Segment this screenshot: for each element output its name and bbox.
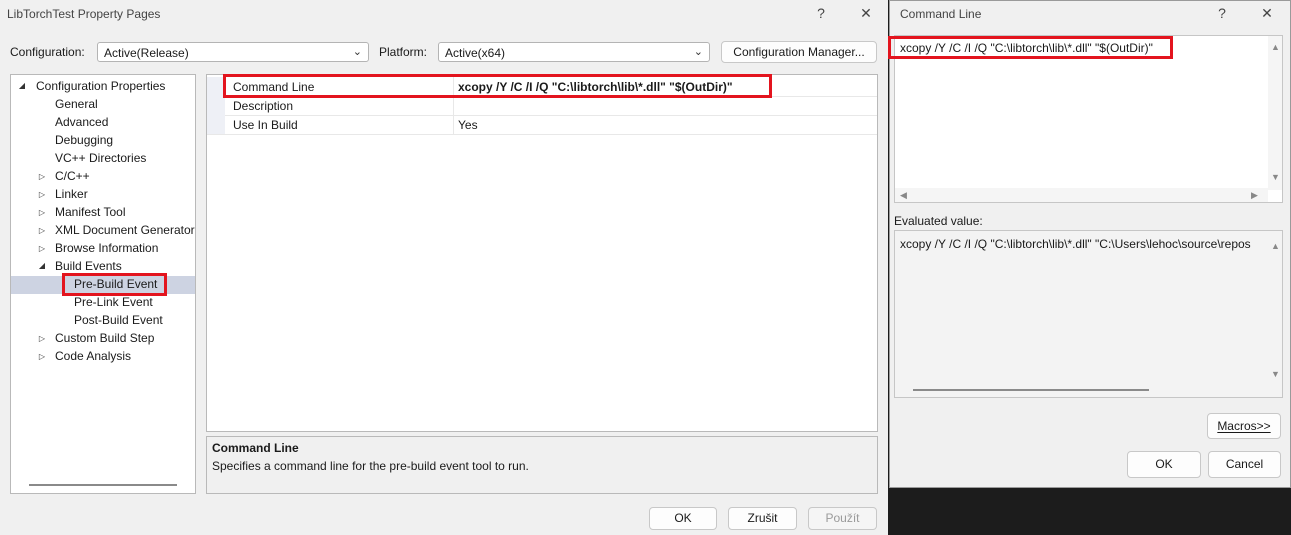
configuration-dropdown[interactable]: Active(Release) ⌄	[97, 42, 369, 62]
configuration-manager-button[interactable]: Configuration Manager...	[721, 41, 877, 63]
description-text: Specifies a command line for the pre-bui…	[212, 459, 529, 473]
tree-item-post-build-event[interactable]: Post-Build Event	[74, 311, 163, 329]
expand-icon[interactable]: ▷	[37, 244, 47, 253]
expand-icon[interactable]: ▷	[37, 208, 47, 217]
property-value[interactable]: Yes	[458, 118, 478, 132]
scroll-right-icon[interactable]: ▶	[1251, 190, 1258, 201]
close-icon[interactable]: ✕	[856, 5, 876, 22]
cancel-button[interactable]: Zrušit	[728, 507, 797, 530]
tree-item-linker[interactable]: Linker	[55, 185, 88, 203]
command-line-dialog: Command Line ? ✕ xcopy /Y /C /I /Q "C:\l…	[888, 0, 1291, 488]
highlight-box-command-line	[223, 74, 772, 98]
scroll-left-icon[interactable]: ◀	[900, 190, 907, 201]
property-name: Description	[233, 99, 294, 113]
macros-button[interactable]: Macros>>	[1207, 413, 1281, 439]
grid-row-description[interactable]: Description	[207, 96, 877, 116]
expand-icon[interactable]: ▷	[37, 172, 47, 181]
vertical-scrollbar[interactable]: ▲ ▼	[1268, 231, 1282, 397]
help-button[interactable]: ?	[811, 5, 831, 21]
tree-item-manifest-tool[interactable]: Manifest Tool	[55, 203, 125, 221]
ok-button[interactable]: OK	[1127, 451, 1201, 478]
help-button[interactable]: ?	[1212, 5, 1232, 21]
tree-item-debugging[interactable]: Debugging	[55, 131, 113, 149]
evaluated-text: xcopy /Y /C /I /Q "C:\libtorch\lib\*.dll…	[900, 237, 1251, 251]
scroll-up-icon[interactable]: ▲	[1271, 42, 1280, 52]
row-gutter	[207, 115, 225, 134]
settings-tree: ◢ Configuration Properties General Advan…	[10, 74, 196, 494]
highlight-box-command-text	[888, 36, 1173, 59]
horizontal-scrollbar[interactable]: ◀ ▶	[895, 188, 1268, 202]
tree-item-xml-document-generator[interactable]: XML Document Generator	[55, 221, 195, 239]
scroll-up-icon[interactable]: ▲	[1271, 241, 1280, 251]
description-title: Command Line	[212, 441, 299, 455]
property-pages-dialog: LibTorchTest Property Pages ? ✕ Configur…	[0, 0, 888, 535]
tree-item-code-analysis[interactable]: Code Analysis	[55, 347, 131, 365]
dialog-title: LibTorchTest Property Pages	[7, 7, 161, 21]
tree-root-configuration-properties[interactable]: Configuration Properties	[36, 77, 165, 95]
column-separator	[453, 96, 454, 115]
tree-item-general[interactable]: General	[55, 95, 98, 113]
platform-value: Active(x64)	[445, 46, 506, 60]
collapse-icon[interactable]: ◢	[37, 261, 47, 270]
evaluated-value-box: xcopy /Y /C /I /Q "C:\libtorch\lib\*.dll…	[894, 230, 1283, 398]
tree-item-advanced[interactable]: Advanced	[55, 113, 108, 131]
platform-label: Platform:	[379, 45, 428, 59]
command-editor[interactable]: xcopy /Y /C /I /Q "C:\libtorch\lib\*.dll…	[894, 35, 1283, 203]
tree-item-c-cpp[interactable]: C/C++	[55, 167, 90, 185]
expand-icon[interactable]: ▷	[37, 190, 47, 199]
horizontal-scrollbar[interactable]	[913, 389, 1149, 391]
configuration-label: Configuration:	[10, 45, 85, 59]
scroll-down-icon[interactable]: ▼	[1271, 369, 1280, 379]
horizontal-scrollbar[interactable]	[29, 484, 177, 486]
cancel-button[interactable]: Cancel	[1208, 451, 1281, 478]
apply-button[interactable]: Použít	[808, 507, 877, 530]
ok-button[interactable]: OK	[649, 507, 717, 530]
collapse-icon[interactable]: ◢	[17, 81, 27, 90]
expand-icon[interactable]: ▷	[37, 226, 47, 235]
scroll-down-icon[interactable]: ▼	[1271, 172, 1280, 182]
expand-icon[interactable]: ▷	[37, 352, 47, 361]
chevron-down-icon: ⌄	[693, 46, 703, 58]
platform-dropdown[interactable]: Active(x64) ⌄	[438, 42, 710, 62]
highlight-box-pre-build	[62, 273, 167, 296]
column-separator	[453, 115, 454, 134]
grid-row-use-in-build[interactable]: Use In Build Yes	[207, 115, 877, 135]
property-grid: Command Line xcopy /Y /C /I /Q "C:\libto…	[206, 74, 878, 432]
tree-item-browse-information[interactable]: Browse Information	[55, 239, 158, 257]
description-panel: Command Line Specifies a command line fo…	[206, 436, 878, 494]
vertical-scrollbar[interactable]: ▲ ▼	[1268, 36, 1282, 190]
chevron-down-icon: ⌄	[352, 46, 362, 58]
command-dialog-title: Command Line	[900, 7, 982, 21]
property-name: Use In Build	[233, 118, 298, 132]
tree-item-custom-build-step[interactable]: Custom Build Step	[55, 329, 154, 347]
row-gutter	[207, 96, 225, 115]
expand-icon[interactable]: ▷	[37, 334, 47, 343]
evaluated-value-label: Evaluated value:	[894, 214, 983, 228]
configuration-value: Active(Release)	[104, 46, 189, 60]
tree-item-vc-directories[interactable]: VC++ Directories	[55, 149, 146, 167]
close-icon[interactable]: ✕	[1257, 5, 1277, 22]
